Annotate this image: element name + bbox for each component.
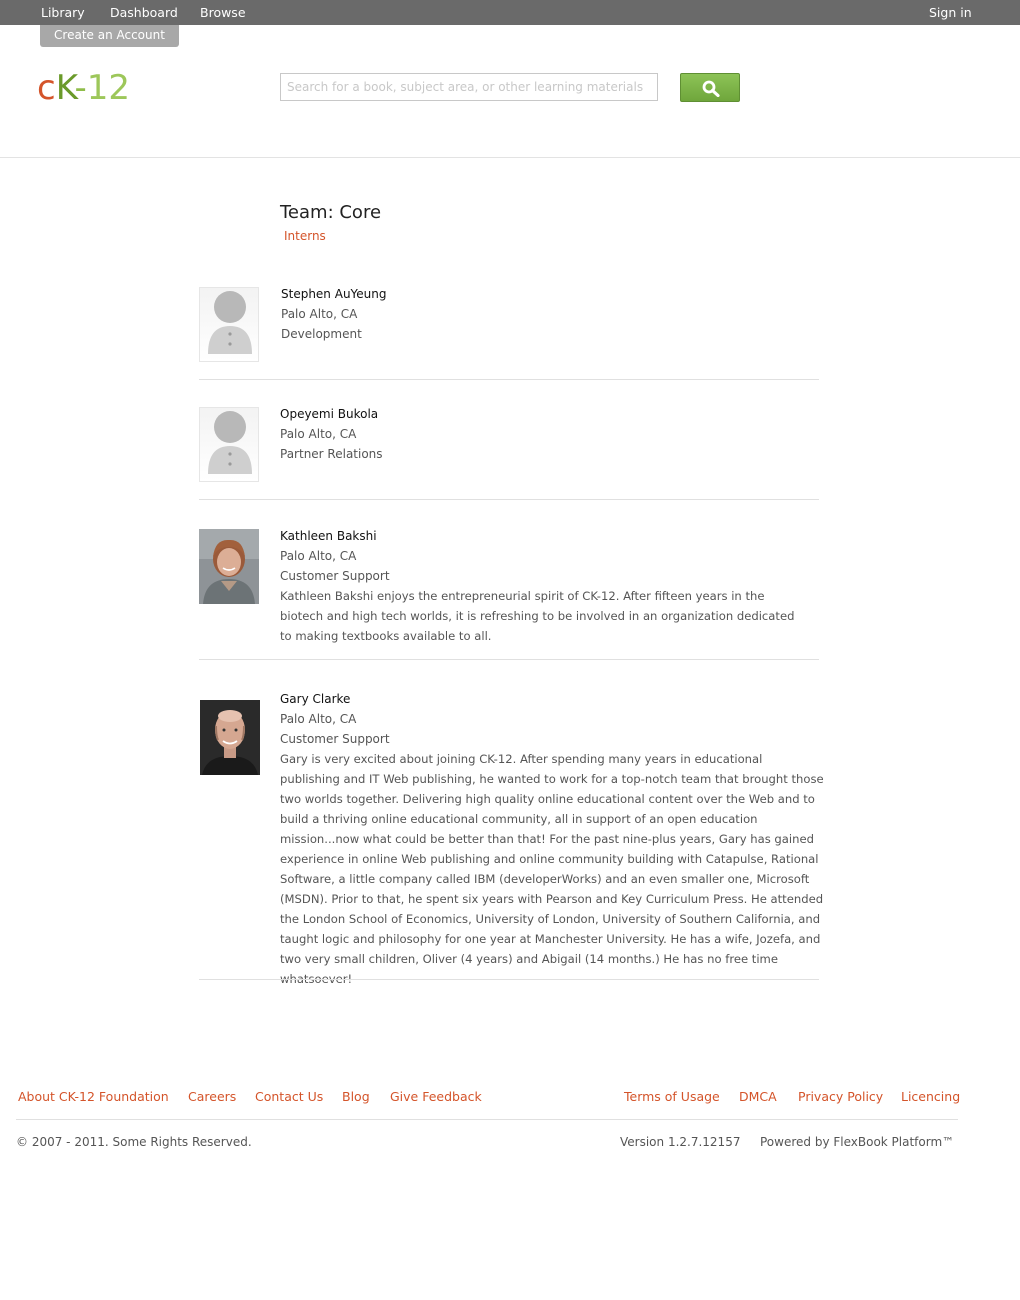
member-bio: Kathleen Bakshi enjoys the entrepreneuri… <box>280 589 795 643</box>
interns-link[interactable]: Interns <box>284 229 326 243</box>
member-divider <box>199 499 819 500</box>
footer-blog-link[interactable]: Blog <box>342 1089 370 1104</box>
footer-careers-link[interactable]: Careers <box>188 1089 236 1104</box>
magnifier-icon <box>702 80 720 97</box>
nav-library-link[interactable]: Library <box>41 5 85 20</box>
nav-browse-link[interactable]: Browse <box>200 5 246 20</box>
logo-c: c <box>37 68 56 108</box>
member-divider <box>199 659 819 660</box>
member-role: Development <box>281 327 362 341</box>
version-text: Version 1.2.7.12157 <box>620 1135 741 1149</box>
member-location: Palo Alto, CA <box>281 307 358 321</box>
member-name: Opeyemi Bukola <box>280 407 379 421</box>
member-photo <box>200 700 260 775</box>
default-avatar-icon <box>199 287 259 362</box>
default-avatar-icon <box>199 407 259 482</box>
powered-by-text: Powered by FlexBook Platform™ <box>760 1135 955 1149</box>
search-input[interactable] <box>280 73 658 101</box>
logo-dash: - <box>74 68 87 108</box>
logo-k: K <box>55 68 75 108</box>
member-role: Customer Support <box>280 569 390 583</box>
member-role: Customer Support <box>280 732 390 746</box>
footer-feedback-link[interactable]: Give Feedback <box>390 1089 482 1104</box>
logo-number: 12 <box>86 68 130 108</box>
member-location: Palo Alto, CA <box>280 427 357 441</box>
member-location: Palo Alto, CA <box>280 712 357 726</box>
header-divider <box>0 157 1020 158</box>
footer-privacy-link[interactable]: Privacy Policy <box>798 1089 883 1104</box>
footer-licencing-link[interactable]: Licencing <box>901 1089 960 1104</box>
nav-dashboard-link[interactable]: Dashboard <box>110 5 178 20</box>
sign-in-link[interactable]: Sign in <box>929 5 972 20</box>
member-photo <box>199 529 259 604</box>
page-title: Team: Core <box>280 202 382 223</box>
copyright-text: © 2007 - 2011. Some Rights Reserved. <box>16 1135 252 1149</box>
top-navigation-bar: Library Dashboard Browse Sign in <box>0 0 1020 25</box>
create-account-button[interactable]: Create an Account <box>40 25 179 47</box>
search-button[interactable] <box>680 73 740 102</box>
member-name: Kathleen Bakshi <box>280 529 377 543</box>
member-divider <box>199 979 819 980</box>
member-name: Stephen AuYeung <box>281 287 387 301</box>
footer-dmca-link[interactable]: DMCA <box>739 1089 777 1104</box>
ck12-logo[interactable]: cK-12 <box>37 68 130 108</box>
member-bio: Gary is very excited about joining CK-12… <box>280 752 824 986</box>
member-location: Palo Alto, CA <box>280 549 357 563</box>
member-role: Partner Relations <box>280 447 383 461</box>
footer-contact-link[interactable]: Contact Us <box>255 1089 323 1104</box>
footer-terms-link[interactable]: Terms of Usage <box>624 1089 720 1104</box>
member-name: Gary Clarke <box>280 692 351 706</box>
footer-divider <box>16 1119 958 1120</box>
member-divider <box>199 379 819 380</box>
footer-about-link[interactable]: About CK-12 Foundation <box>18 1089 169 1104</box>
